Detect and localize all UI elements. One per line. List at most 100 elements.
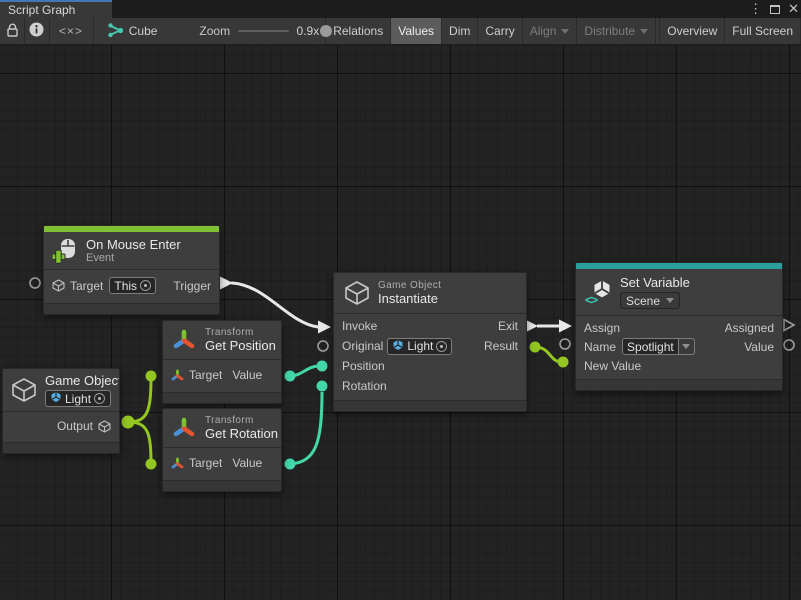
original-field[interactable]: Light — [387, 338, 452, 355]
node-set-variable[interactable]: <> Set Variable Scene Assign Assigned — [575, 262, 783, 391]
node-subtitle: Event — [86, 252, 181, 264]
info-icon — [29, 22, 44, 40]
csharp-preview-button[interactable]: <×> — [49, 18, 93, 44]
assigned-label: Assigned — [725, 321, 774, 335]
inspect-button[interactable] — [25, 18, 49, 44]
transform-mini-icon — [171, 369, 184, 382]
toggle-label: Dim — [449, 24, 470, 38]
toggle-label: Carry — [485, 24, 514, 38]
port-getposition-value-out[interactable] — [285, 371, 296, 382]
port-assigned-out[interactable] — [784, 320, 794, 331]
value-label: Value — [744, 340, 774, 354]
distribute-dropdown[interactable]: Distribute — [576, 18, 656, 44]
trigger-label: Trigger — [173, 279, 211, 293]
zoom-value: 0.9x — [297, 18, 320, 44]
graph-name: Cube — [129, 24, 158, 38]
node-footer — [334, 400, 526, 411]
node-footer — [163, 480, 281, 491]
port-getrotation-value-out[interactable] — [285, 459, 296, 470]
zoom-slider[interactable] — [238, 18, 288, 44]
window-controls: ⋮ ✕ — [749, 0, 799, 18]
port-invoke-in[interactable] — [318, 321, 331, 334]
toggle-relations[interactable]: Relations — [325, 18, 390, 44]
object-picker-icon[interactable] — [436, 341, 447, 352]
maximize-icon[interactable] — [770, 5, 780, 14]
node-get-rotation[interactable]: Transform Get Rotation Target Value — [162, 408, 282, 492]
transform-mini-icon — [171, 457, 184, 470]
node-category: Transform — [205, 415, 273, 426]
node-title: Instantiate — [378, 291, 441, 306]
port-original-in[interactable] — [318, 341, 328, 351]
unity-object-icon — [50, 391, 62, 406]
align-dropdown[interactable]: Align — [522, 18, 577, 44]
close-icon[interactable]: ✕ — [788, 0, 799, 18]
variable-name-dropdown[interactable] — [679, 338, 695, 355]
new-value-label: New Value — [584, 359, 641, 373]
code-icon: <×> — [59, 24, 83, 38]
node-title: Get Position — [205, 338, 273, 353]
position-label: Position — [342, 359, 385, 373]
node-game-object[interactable]: Game Object Light Output — [2, 368, 120, 454]
node-get-position[interactable]: Transform Get Position Target Value — [162, 320, 282, 404]
wire-output-getposition — [128, 376, 151, 422]
graph-reference[interactable]: Cube — [101, 18, 164, 44]
port-newvalue-in[interactable] — [558, 357, 569, 368]
zoom-slider-track — [238, 30, 288, 32]
tab-bar: Script Graph ⋮ ✕ — [0, 0, 801, 18]
port-name-in[interactable] — [560, 339, 570, 349]
original-field-value: Light — [407, 339, 433, 353]
lock-button[interactable] — [0, 18, 24, 44]
chevron-down-icon — [640, 29, 648, 34]
variable-scope-dropdown[interactable]: Scene — [620, 292, 680, 309]
chevron-down-icon — [682, 344, 690, 349]
port-result-out[interactable] — [530, 342, 541, 353]
graph-icon — [107, 22, 124, 41]
port-output-out[interactable] — [122, 416, 135, 429]
port-assign-in[interactable] — [559, 320, 572, 333]
node-category: Transform — [205, 327, 273, 338]
wire-getrotation-rotation — [290, 392, 322, 464]
tab-script-graph[interactable]: Script Graph — [0, 0, 112, 18]
assign-label: Assign — [584, 321, 620, 335]
game-object-icon — [344, 280, 370, 306]
transform-icon — [171, 327, 197, 353]
port-position-in[interactable] — [317, 361, 328, 372]
port-trigger-out[interactable] — [220, 277, 233, 290]
script-graph-window: Script Graph ⋮ ✕ <×> — [0, 0, 801, 600]
chevron-down-icon — [561, 29, 569, 34]
target-field[interactable]: This — [109, 277, 156, 294]
object-picker-icon[interactable] — [94, 393, 105, 404]
port-getrotation-target-in[interactable] — [146, 459, 157, 470]
node-title: Get Rotation — [205, 426, 273, 441]
graph-canvas[interactable]: On Mouse Enter Event Target This Trigger — [0, 45, 801, 600]
toggle-carry[interactable]: Carry — [477, 18, 521, 44]
port-mouseenter-target-in[interactable] — [30, 278, 40, 288]
node-footer — [3, 442, 119, 453]
variable-name-field[interactable]: Spotlight — [622, 338, 679, 355]
node-on-mouse-enter[interactable]: On Mouse Enter Event Target This Trigger — [43, 225, 220, 315]
port-rotation-in[interactable] — [317, 381, 328, 392]
full-screen-button[interactable]: Full Screen — [724, 18, 801, 44]
object-picker-icon[interactable] — [140, 280, 151, 291]
node-footer — [44, 303, 219, 314]
game-object-mini-icon — [52, 279, 65, 292]
node-instantiate[interactable]: Game Object Instantiate Invoke Exit Orig… — [333, 272, 527, 412]
toggle-values[interactable]: Values — [390, 18, 441, 44]
transform-icon — [171, 415, 197, 441]
target-label: Target — [189, 456, 222, 470]
toggle-dim[interactable]: Dim — [441, 18, 477, 44]
rotation-label: Rotation — [342, 379, 387, 393]
toggle-label: Align — [530, 24, 557, 38]
object-field[interactable]: Light — [45, 390, 111, 407]
toolbar-gap — [93, 18, 100, 44]
zoom-slider-handle[interactable] — [320, 25, 332, 37]
port-getposition-target-in[interactable] — [146, 371, 157, 382]
overview-button[interactable]: Overview — [659, 18, 724, 44]
toggle-label: Relations — [333, 24, 383, 38]
toggle-label: Overview — [667, 24, 717, 38]
port-value-out[interactable] — [784, 340, 794, 350]
menu-icon[interactable]: ⋮ — [749, 0, 762, 18]
invoke-label: Invoke — [342, 319, 377, 333]
name-label: Name — [584, 340, 616, 354]
game-object-mini-icon — [98, 420, 111, 433]
